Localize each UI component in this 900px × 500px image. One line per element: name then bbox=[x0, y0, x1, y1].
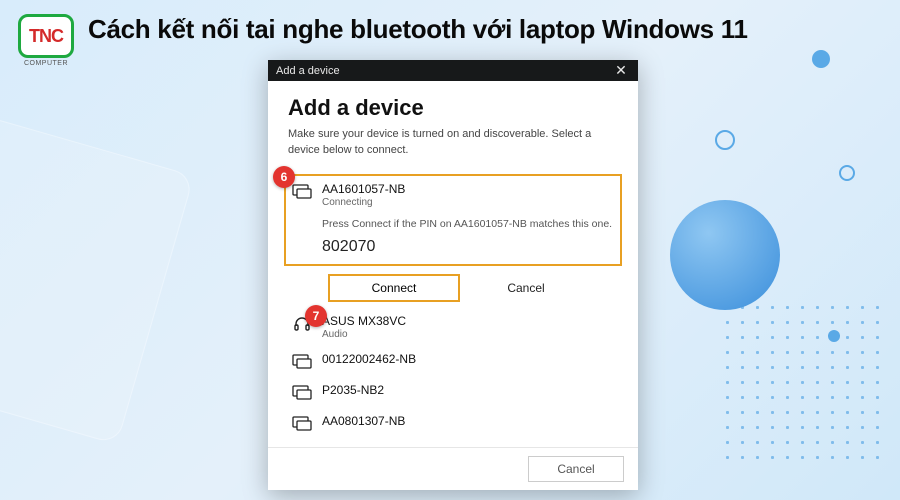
bg-shape-left bbox=[0, 115, 194, 445]
brand-logo-badge: TNC bbox=[18, 14, 74, 58]
device-sub: Audio bbox=[322, 329, 406, 340]
bg-dot bbox=[812, 50, 830, 68]
device-name: P2035-NB2 bbox=[322, 383, 384, 397]
add-device-dialog: Add a device ✕ Add a device Make sure yo… bbox=[268, 60, 638, 490]
device-item[interactable]: 00122002462-NB bbox=[288, 346, 618, 377]
device-name: AA0801307-NB bbox=[322, 414, 405, 428]
cancel-button[interactable]: Cancel bbox=[528, 456, 624, 482]
device-name: ASUS MX38VC bbox=[322, 314, 406, 328]
bg-ring bbox=[839, 165, 855, 181]
display-icon bbox=[292, 183, 312, 201]
display-icon bbox=[292, 415, 312, 433]
pin-hint: Press Connect if the PIN on AA1601057-NB… bbox=[322, 218, 612, 230]
brand-logo: TNC COMPUTER bbox=[18, 14, 74, 67]
device-item[interactable]: P2035-NB2 bbox=[288, 377, 618, 408]
display-icon bbox=[292, 353, 312, 371]
brand-logo-tag: COMPUTER bbox=[24, 60, 68, 67]
connect-button-row: Connect Cancel bbox=[328, 274, 618, 302]
dialog-subtext: Make sure your device is turned on and d… bbox=[288, 127, 618, 158]
bg-dot bbox=[828, 330, 840, 342]
device-name: 00122002462-NB bbox=[322, 352, 416, 366]
dialog-footer: Cancel bbox=[268, 447, 638, 490]
dialog-titlebar: Add a device ✕ bbox=[268, 60, 638, 81]
display-icon bbox=[292, 384, 312, 402]
dialog-window-title: Add a device bbox=[276, 65, 340, 77]
close-icon: ✕ bbox=[615, 62, 627, 79]
bg-sphere bbox=[670, 200, 780, 310]
device-item[interactable]: ASUS MX38VC Audio bbox=[288, 308, 618, 346]
bg-ring bbox=[715, 130, 735, 150]
device-item-connecting[interactable]: AA1601057-NB Connecting Press Connect if… bbox=[284, 174, 622, 266]
device-status: Connecting bbox=[322, 197, 405, 208]
page-title: Cách kết nối tai nghe bluetooth với lapt… bbox=[88, 14, 748, 45]
dialog-heading: Add a device bbox=[288, 95, 618, 121]
dialog-body: Add a device Make sure your device is tu… bbox=[268, 81, 638, 447]
cancel-pairing-button[interactable]: Cancel bbox=[460, 274, 592, 302]
close-button[interactable]: ✕ bbox=[612, 62, 630, 80]
device-item[interactable]: AA0801307-NB bbox=[288, 408, 618, 439]
device-name: AA1601057-NB bbox=[322, 182, 405, 196]
pin-code: 802070 bbox=[322, 238, 375, 256]
bg-dots bbox=[720, 300, 890, 470]
connect-button[interactable]: Connect bbox=[328, 274, 460, 302]
